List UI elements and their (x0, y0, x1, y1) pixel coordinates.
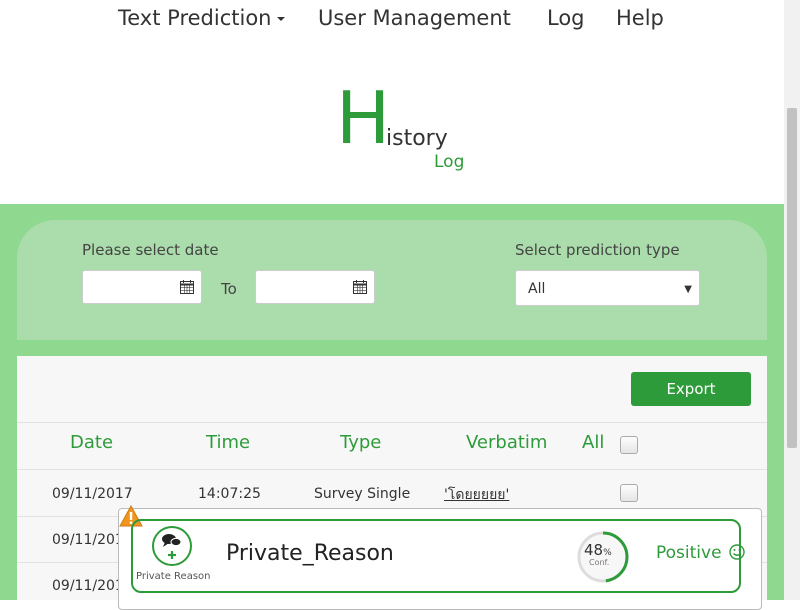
nav-help[interactable]: Help (616, 6, 664, 30)
reason-title: Private_Reason (226, 541, 394, 566)
title-subtitle: Log (434, 152, 465, 172)
date-label: Please select date (82, 241, 219, 259)
reason-caption: Private Reason (136, 571, 211, 582)
row-type: Survey Single (314, 486, 411, 502)
header-time: Time (206, 432, 251, 453)
smiley-icon (729, 544, 745, 560)
caret-down-icon (277, 17, 286, 21)
confidence-percent: 48% (584, 541, 612, 559)
title-rest: istory (386, 126, 448, 151)
sentiment-label: Positive (656, 543, 722, 563)
nav-text-prediction[interactable]: Text Prediction (118, 6, 286, 30)
header-all: All (582, 432, 605, 453)
prediction-type-label: Select prediction type (515, 241, 680, 259)
reason-badge (152, 526, 192, 566)
row-date: 09/11/2017 (52, 486, 133, 502)
calendar-icon[interactable] (353, 280, 367, 294)
header-verbatim: Verbatim (466, 432, 548, 453)
prediction-type-value: All (528, 281, 546, 297)
top-nav: Text Prediction User Management Log Help (0, 0, 784, 40)
date-from-input[interactable] (82, 270, 202, 304)
divider (17, 469, 767, 470)
export-button[interactable]: Export (631, 372, 751, 406)
prediction-card: Private Reason Private_Reason 48% Conf. … (131, 519, 745, 593)
page-scrollbar[interactable] (784, 0, 800, 600)
select-all-checkbox[interactable] (620, 436, 638, 454)
divider (17, 422, 767, 423)
header-type: Type (340, 432, 382, 453)
calendar-icon[interactable] (180, 280, 194, 294)
nav-user-management[interactable]: User Management (318, 6, 511, 30)
title-initial: H (336, 76, 391, 160)
prediction-type-select[interactable]: All ▼ (515, 270, 700, 306)
row-checkbox[interactable] (620, 484, 638, 502)
prediction-popup: Private Reason Private_Reason 48% Conf. … (118, 505, 762, 610)
header-date: Date (70, 432, 114, 453)
scrollbar-thumb[interactable] (787, 108, 797, 448)
nav-log[interactable]: Log (547, 6, 585, 30)
nav-text-prediction-label: Text Prediction (118, 6, 272, 30)
date-to-label: To (221, 280, 237, 298)
row-time: 14:07:25 (198, 486, 261, 502)
row-verbatim-link[interactable]: 'โดยยยยย' (444, 484, 509, 506)
confidence-label: Conf. (589, 558, 610, 567)
dropdown-arrow-icon: ▼ (684, 284, 692, 295)
sentiment-result: Positive (656, 543, 745, 563)
date-to-input[interactable] (255, 270, 375, 304)
chat-add-icon (162, 534, 182, 559)
confidence-value: 48 (584, 541, 604, 559)
percent-sign: % (603, 548, 612, 558)
